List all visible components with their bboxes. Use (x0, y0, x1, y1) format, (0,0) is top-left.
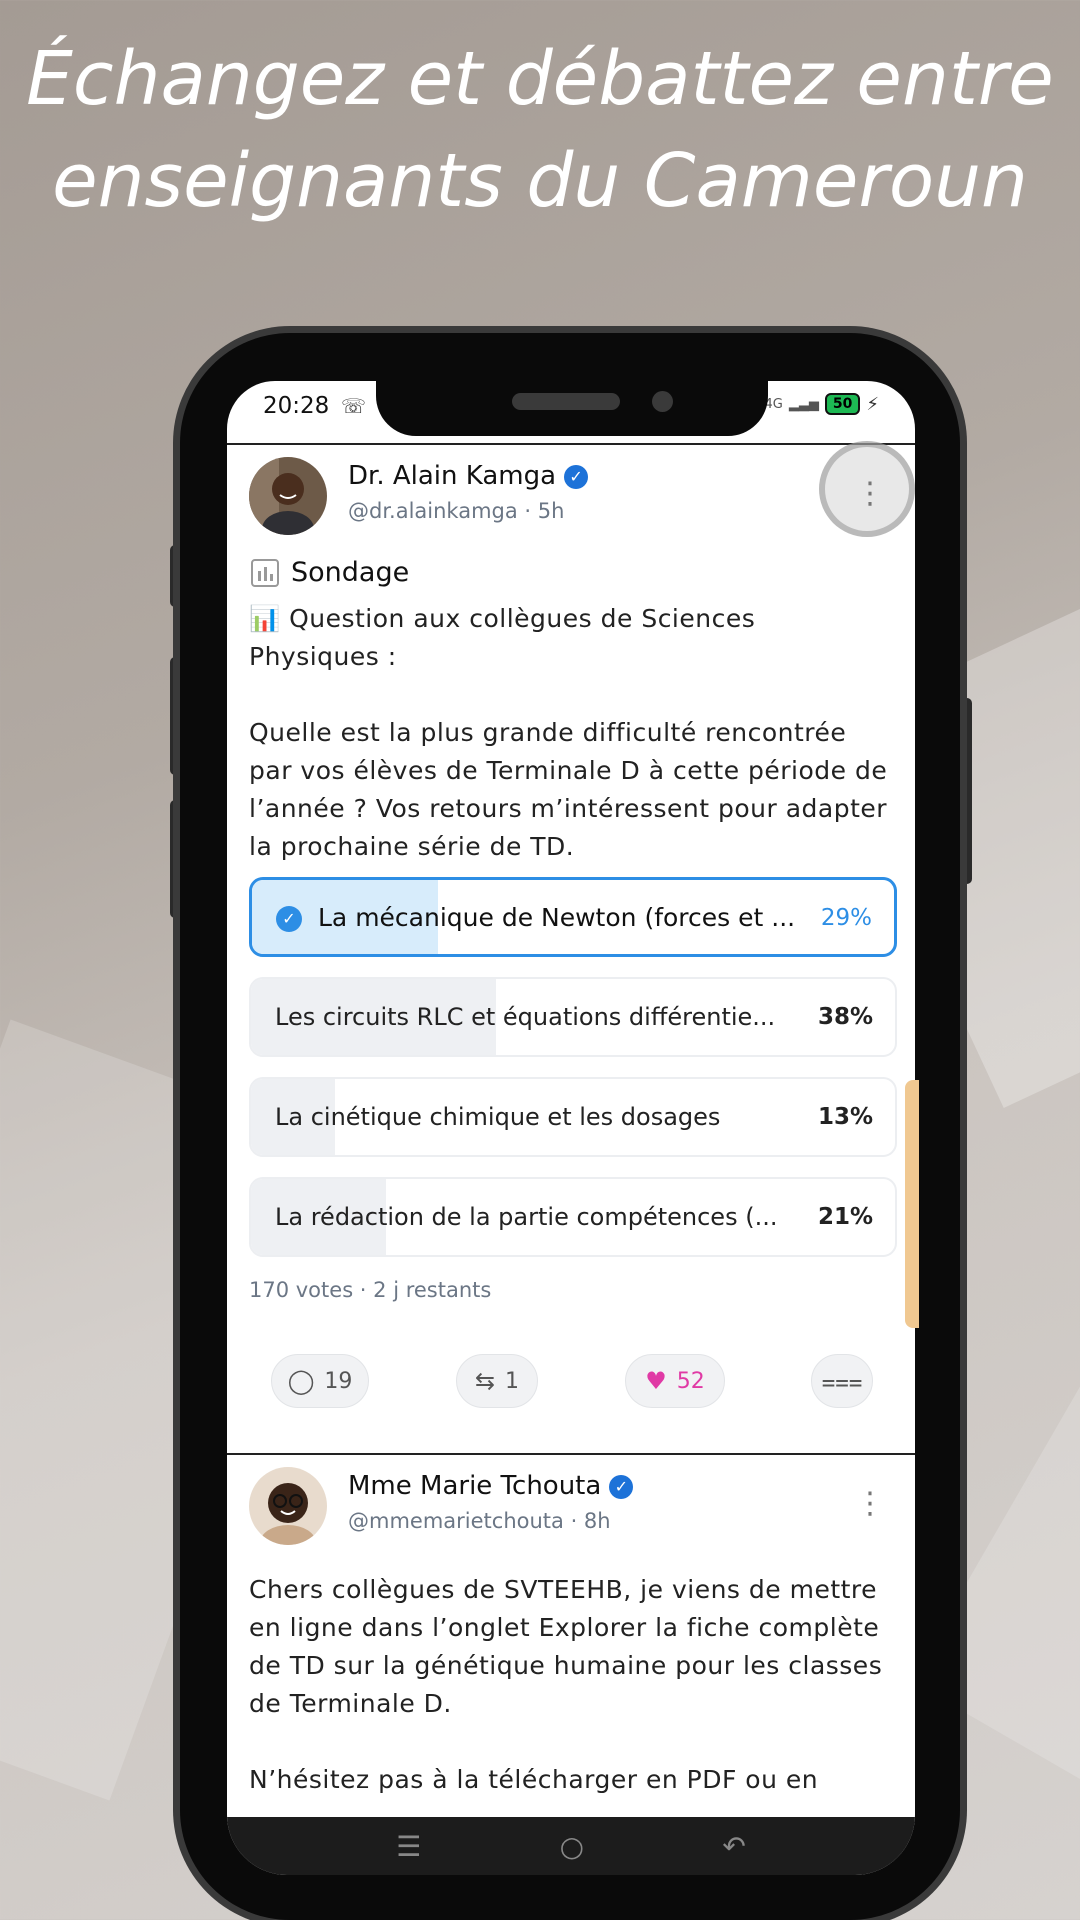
poll-option-label: La rédaction de la partie compétences (.… (275, 1203, 778, 1231)
more-vertical-icon[interactable]: ⋮ (855, 1489, 885, 1519)
recent-apps-icon[interactable]: ☰ (396, 1830, 421, 1863)
poll-option-label: La cinétique chimique et les dosages (275, 1103, 721, 1131)
poll-option[interactable]: ✓ La mécanique de Newton (forces et ... … (249, 877, 897, 957)
heart-icon: ♥ (645, 1367, 667, 1395)
share-icon: ⩶ (821, 1367, 863, 1395)
author-name[interactable]: Dr. Alain Kamga ✓ (348, 461, 589, 491)
system-nav-bar: ☰ ○ ↶ (227, 1817, 915, 1875)
poll-option[interactable]: La rédaction de la partie compétences (.… (249, 1177, 897, 1257)
comment-button[interactable]: ◯ 19 (271, 1354, 369, 1408)
poll-option-percent: 29% (820, 905, 872, 931)
verified-badge-icon: ✓ (564, 465, 589, 489)
home-icon[interactable]: ○ (560, 1830, 584, 1863)
selected-check-icon: ✓ (276, 906, 302, 932)
author-name-text[interactable]: Mme Marie Tchouta (348, 1471, 601, 1501)
comment-count: 19 (324, 1368, 353, 1394)
notification-icons: ☏ (341, 394, 367, 418)
poll-option-label: La mécanique de Newton (forces et ... (318, 903, 796, 932)
headline-line-1: Échangez et débattez entre (26, 36, 1054, 122)
author-handle: @dr.alainkamga · 5h (348, 499, 565, 523)
status-time: 20:28 (263, 393, 330, 419)
phone-screen: 20:28 ☏ ▂▃▅ 4G ▂▃▅ 50 ⚡ Dr. Alain Kamga✓… (227, 381, 915, 1875)
post-text-body: Quelle est la plus grande difficulté ren… (249, 718, 888, 861)
poll-option[interactable]: Les circuits RLC et équations différenti… (249, 977, 897, 1057)
post-card: Mme Marie Tchouta ✓ @mmemarietchouta · 8h… (227, 1455, 915, 1815)
back-icon[interactable]: ↶ (722, 1830, 745, 1863)
comment-icon: ◯ (287, 1367, 315, 1395)
poll-option-percent: 21% (817, 1204, 873, 1230)
poll-meta: 170 votes · 2 j restants (249, 1278, 492, 1302)
post-text-continued: N’hésitez pas à la télécharger en PDF ou… (249, 1765, 819, 1794)
phone-speaker (512, 393, 620, 410)
charging-icon: ⚡ (866, 393, 879, 415)
post-type-text: Sondage (291, 557, 410, 588)
more-vertical-icon[interactable]: ⋮ (855, 479, 885, 509)
share-button[interactable]: ⩶ (811, 1354, 873, 1408)
phone-power-button (958, 698, 972, 884)
poll-icon (251, 558, 279, 587)
avatar[interactable] (249, 1467, 327, 1545)
poll-option[interactable]: La cinétique chimique et les dosages 13% (249, 1077, 897, 1157)
promo-headline: Échangez et débattez entre enseignants d… (0, 28, 1080, 232)
like-count: 52 (676, 1368, 705, 1394)
poll-option-percent: 38% (817, 1004, 873, 1030)
battery-icon: 50 (824, 393, 861, 415)
like-button[interactable]: ♥ 52 (625, 1354, 725, 1408)
author-name[interactable]: Mme Marie Tchouta ✓ (348, 1471, 634, 1501)
author-handle: @mmemarietchouta · 8h (348, 1509, 611, 1533)
repost-icon: ⇆ (474, 1367, 496, 1395)
repost-button[interactable]: ⇆ 1 (456, 1354, 538, 1408)
verified-badge-icon: ✓ (609, 1475, 634, 1499)
post-card: Dr. Alain Kamga ✓ @dr.alainkamga · 5h ⋮ S… (227, 441, 915, 1465)
repost-count: 1 (505, 1368, 520, 1394)
post-text-intro: 📊 Question aux collègues de Sciences Phy… (249, 604, 756, 671)
post-text-body: Chers collègues de SVTEEHB, je viens de … (249, 1575, 883, 1718)
author-name-text[interactable]: Dr. Alain Kamga (348, 461, 556, 491)
poll-option-label: Les circuits RLC et équations différenti… (275, 1003, 776, 1031)
post-type-label: Sondage (251, 557, 409, 588)
headline-line-2: enseignants du Cameroun (52, 138, 1028, 224)
avatar[interactable] (249, 457, 327, 535)
signal-icon-2: ▂▃▅ (788, 396, 819, 412)
poll-option-percent: 13% (817, 1104, 873, 1130)
edge-panel-handle[interactable] (905, 1080, 919, 1328)
phone-camera (652, 391, 673, 412)
